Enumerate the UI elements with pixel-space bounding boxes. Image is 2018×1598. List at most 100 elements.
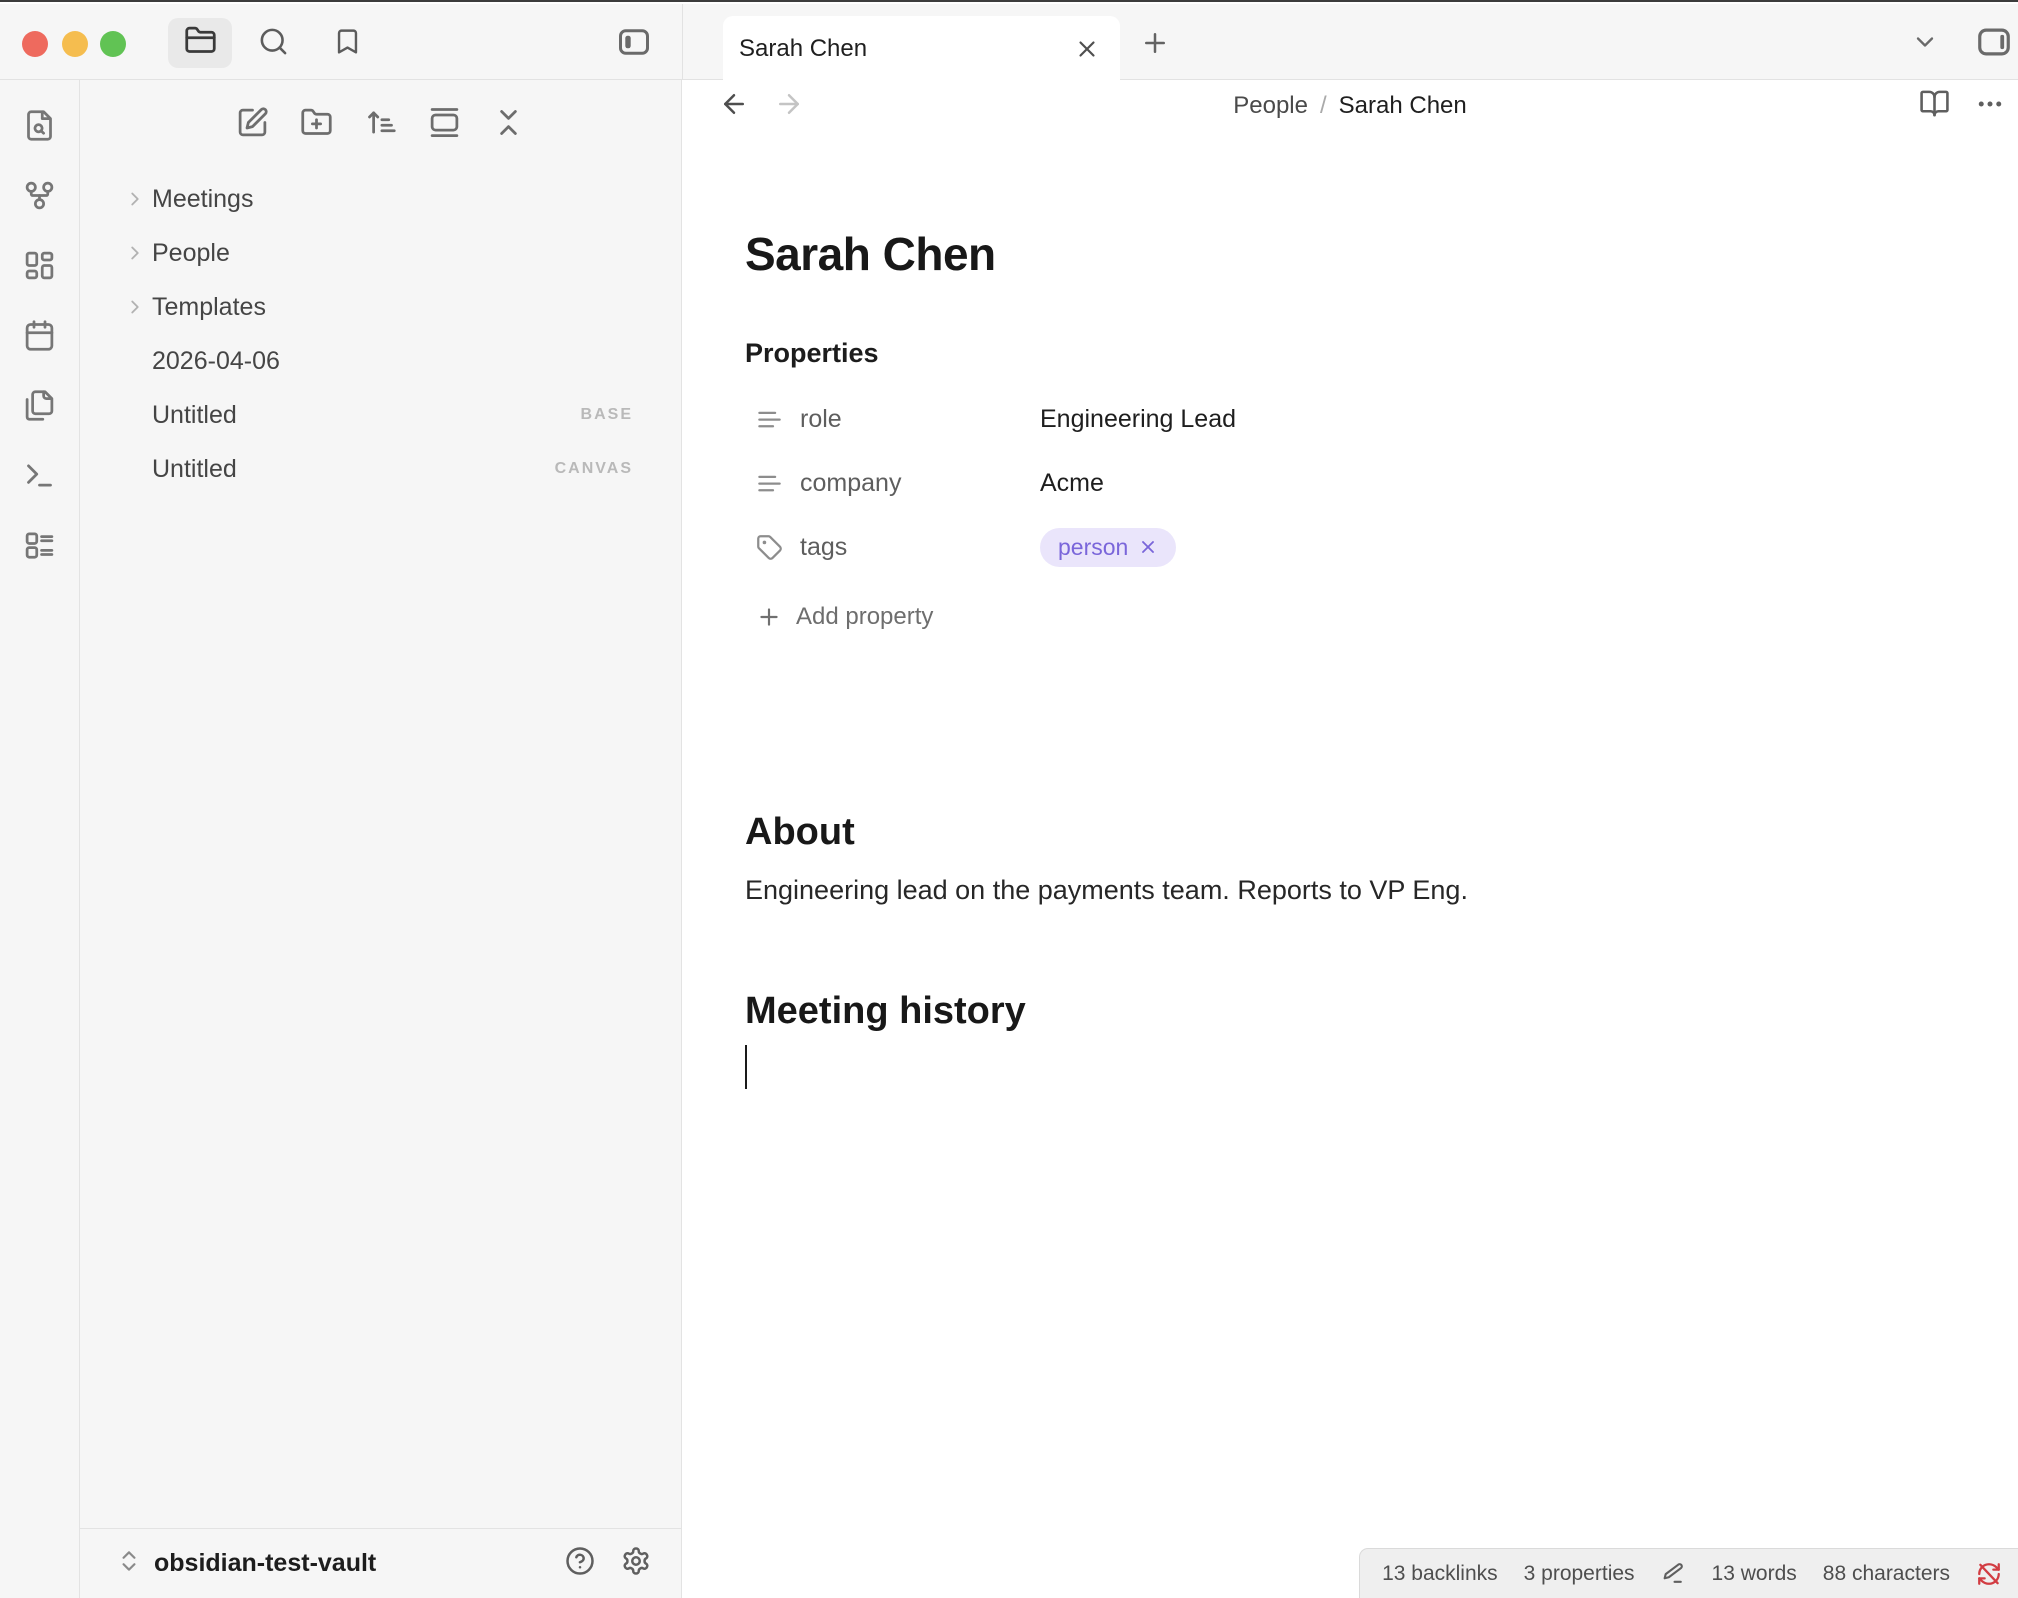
- gear-icon: [621, 1546, 651, 1581]
- breadcrumb-current[interactable]: Sarah Chen: [1339, 92, 1467, 120]
- reading-mode-button[interactable]: [1918, 90, 1950, 122]
- help-button[interactable]: [565, 1546, 595, 1581]
- file-type-badge: CANVAS: [555, 460, 633, 478]
- help-circle-icon: [565, 1546, 595, 1581]
- tree-folder-people[interactable]: People: [80, 226, 681, 280]
- tab-list-dropdown-button[interactable]: [1903, 22, 1947, 66]
- canvas-ribbon-button[interactable]: [23, 249, 56, 287]
- tree-item-label: People: [152, 239, 230, 268]
- property-value[interactable]: Engineering Lead: [1040, 405, 1236, 434]
- list-details-ribbon-button[interactable]: [23, 529, 56, 567]
- property-value[interactable]: Acme: [1040, 469, 1104, 498]
- property-key[interactable]: tags: [745, 533, 1040, 562]
- daily-note-ribbon-button[interactable]: [23, 319, 56, 357]
- titlebar: Sarah Chen: [0, 4, 2018, 80]
- properties-count[interactable]: 3 properties: [1524, 1562, 1635, 1586]
- arrow-right-icon: [774, 89, 804, 124]
- file-tree: Meetings People Templates 2026-04-06 Unt…: [80, 172, 681, 496]
- bookmarks-tool-button[interactable]: [325, 22, 369, 66]
- properties-heading: Properties: [745, 338, 1978, 369]
- note-title[interactable]: Sarah Chen: [745, 227, 1978, 282]
- folder-plus-icon: [300, 106, 333, 144]
- about-heading[interactable]: About: [745, 809, 1978, 857]
- status-bar: 13 backlinks 3 properties 13 words 88 ch…: [1359, 1548, 2018, 1598]
- files-tool-button[interactable]: [168, 18, 232, 68]
- file-search-icon: [23, 109, 56, 147]
- toggle-left-sidebar-button[interactable]: [612, 22, 656, 66]
- edit-mode-pencil-icon[interactable]: [1661, 1561, 1686, 1586]
- book-open-icon: [1919, 88, 1950, 124]
- editor-pane: People / Sarah Chen Sarah Chen Propertie…: [682, 80, 2018, 1598]
- search-tool-button[interactable]: [251, 22, 295, 66]
- gallery-vertical-icon: [428, 106, 461, 144]
- property-key[interactable]: role: [745, 405, 1040, 434]
- square-pen-icon: [236, 106, 269, 144]
- tree-folder-templates[interactable]: Templates: [80, 280, 681, 334]
- property-row-role: role Engineering Lead: [745, 387, 1978, 451]
- collapse-all-button[interactable]: [492, 106, 525, 144]
- folder-icon: [184, 24, 217, 62]
- search-icon: [258, 26, 289, 62]
- minimize-window-button[interactable]: [62, 31, 88, 57]
- chevron-right-icon[interactable]: [124, 188, 150, 210]
- chevrons-up-down-icon: [116, 1548, 142, 1579]
- properties-list: role Engineering Lead company Acme tags: [745, 387, 1978, 579]
- about-body[interactable]: Engineering lead on the payments team. R…: [745, 871, 1978, 910]
- note-header: People / Sarah Chen: [682, 80, 2018, 132]
- close-window-button[interactable]: [22, 31, 48, 57]
- tree-item-label: Untitled: [152, 401, 237, 430]
- new-folder-button[interactable]: [300, 106, 333, 144]
- calendar-icon: [23, 319, 56, 357]
- graph-view-ribbon-button[interactable]: [23, 179, 56, 217]
- chevron-right-icon[interactable]: [124, 296, 150, 318]
- backlinks-count[interactable]: 13 backlinks: [1382, 1562, 1498, 1586]
- tree-file-daily-note[interactable]: 2026-04-06: [80, 334, 681, 388]
- tab-sarah-chen[interactable]: Sarah Chen: [723, 16, 1120, 82]
- property-key-label: tags: [800, 533, 847, 562]
- remove-tag-icon[interactable]: [1138, 537, 1158, 557]
- tab-close-icon[interactable]: [1074, 36, 1100, 62]
- plus-icon: [756, 604, 782, 630]
- breadcrumb: People / Sarah Chen: [1233, 80, 1467, 132]
- git-fork-icon: [23, 179, 56, 217]
- zoom-window-button[interactable]: [100, 31, 126, 57]
- add-property-button[interactable]: Add property: [745, 595, 1978, 639]
- new-tab-button[interactable]: [1133, 23, 1177, 67]
- templates-ribbon-button[interactable]: [23, 389, 56, 427]
- sync-error-icon[interactable]: [1976, 1561, 2002, 1587]
- text-property-icon: [756, 406, 783, 433]
- gallery-view-button[interactable]: [428, 106, 461, 144]
- new-note-button[interactable]: [236, 106, 269, 144]
- sort-order-button[interactable]: [364, 106, 397, 144]
- navigate-back-button[interactable]: [718, 90, 750, 122]
- breadcrumb-parent[interactable]: People: [1233, 92, 1308, 120]
- panel-left-icon: [616, 24, 652, 65]
- tag-pill-person[interactable]: person: [1040, 528, 1176, 567]
- breadcrumb-separator: /: [1308, 92, 1339, 120]
- property-key[interactable]: company: [745, 469, 1040, 498]
- meeting-history-heading[interactable]: Meeting history: [745, 988, 1978, 1036]
- property-row-company: company Acme: [745, 451, 1978, 515]
- tree-item-label: Untitled: [152, 455, 237, 484]
- note-editor[interactable]: Sarah Chen Properties role Engineering L…: [682, 132, 2018, 1089]
- chevron-right-icon[interactable]: [124, 242, 150, 264]
- tab-title: Sarah Chen: [739, 35, 867, 63]
- terminal-ribbon-button[interactable]: [23, 459, 56, 497]
- terminal-icon: [23, 459, 56, 497]
- tree-file-untitled-canvas[interactable]: Untitled CANVAS: [80, 442, 681, 496]
- titlebar-divider: [682, 4, 683, 80]
- settings-button[interactable]: [621, 1546, 651, 1581]
- tree-item-label: Templates: [152, 293, 266, 322]
- property-key-label: role: [800, 405, 842, 434]
- search-file-ribbon-button[interactable]: [23, 109, 56, 147]
- vault-switcher[interactable]: obsidian-test-vault: [116, 1548, 376, 1579]
- tree-item-label: Meetings: [152, 185, 253, 214]
- navigate-forward-button[interactable]: [773, 90, 805, 122]
- toggle-right-sidebar-button[interactable]: [1972, 22, 2016, 66]
- layout-dashboard-icon: [23, 249, 56, 287]
- tree-file-untitled-base[interactable]: Untitled BASE: [80, 388, 681, 442]
- tree-folder-meetings[interactable]: Meetings: [80, 172, 681, 226]
- more-options-button[interactable]: [1974, 90, 2006, 122]
- word-count: 13 words: [1712, 1562, 1797, 1586]
- tree-item-label: 2026-04-06: [152, 347, 280, 376]
